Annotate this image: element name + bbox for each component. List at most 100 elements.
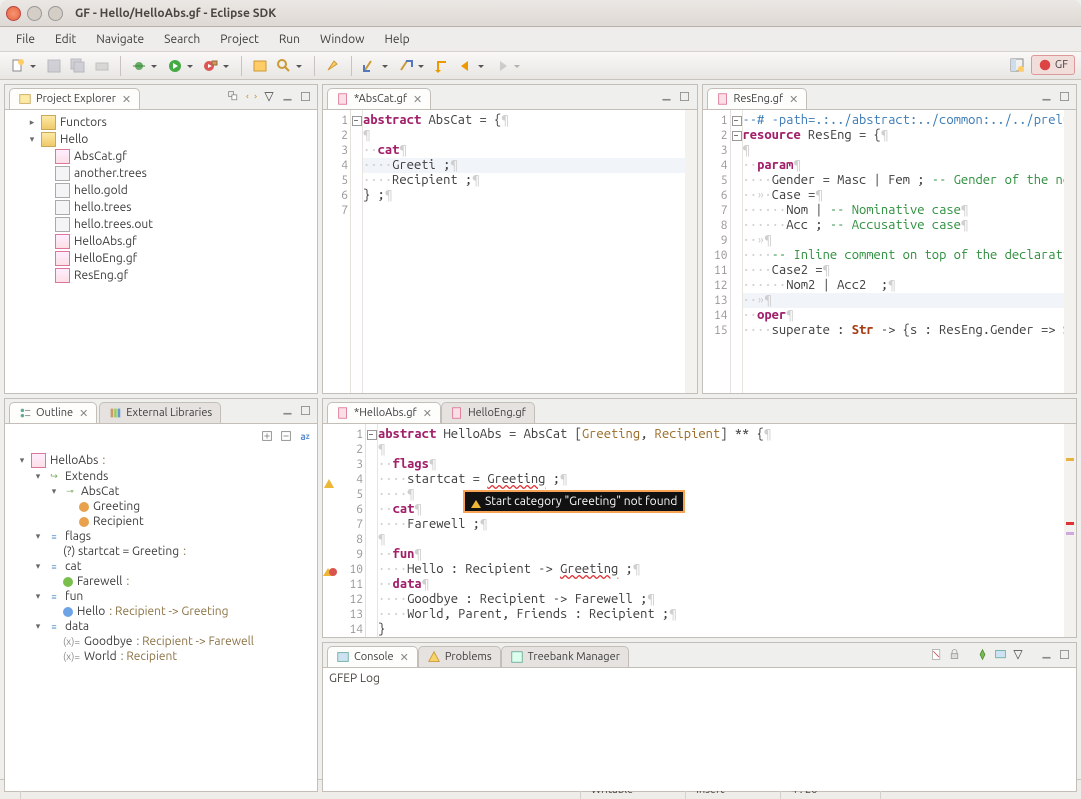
tree-row[interactable]: ▸Functors: [7, 114, 315, 131]
maximize-view-icon[interactable]: [297, 88, 313, 104]
outline-row[interactable]: Farewell :: [7, 574, 315, 589]
debug-button[interactable]: [129, 56, 149, 76]
outline-row[interactable]: ▾≡ fun: [7, 589, 315, 604]
external-libraries-tab[interactable]: External Libraries: [99, 402, 221, 423]
folder-icon: [41, 115, 56, 130]
forward-button[interactable]: [492, 56, 512, 76]
close-icon[interactable]: ✕: [120, 93, 131, 106]
window-maximize-button[interactable]: [48, 6, 63, 21]
outline-row[interactable]: ▾⊸ AbsCat: [7, 484, 315, 499]
console-tab[interactable]: Console ✕: [327, 646, 418, 667]
outline-tab[interactable]: Outline ✕: [9, 402, 97, 423]
outline-row[interactable]: (x)= Goodbye : Recipient -> Farewell: [7, 634, 315, 649]
project-explorer-tree[interactable]: ▸Functors▾HelloAbsCat.gfanother.treeshel…: [5, 110, 317, 288]
open-perspective-button[interactable]: [1007, 55, 1027, 75]
tree-row[interactable]: another.trees: [7, 165, 315, 182]
outline-row[interactable]: ▾ HelloAbs :: [7, 452, 315, 469]
outline-label: (?) startcat = Greeting: [63, 545, 179, 558]
toggle-mark-button[interactable]: [323, 56, 343, 76]
menu-navigate[interactable]: Navigate: [86, 29, 154, 50]
tree-row[interactable]: hello.trees: [7, 199, 315, 216]
pin-console-icon[interactable]: [974, 646, 990, 662]
maximize-view-icon[interactable]: [1056, 646, 1072, 662]
outline-label: data: [65, 620, 89, 633]
save-button[interactable]: [44, 56, 64, 76]
editor-body-abscat[interactable]: 1234567abstract AbsCat = {¶¶··cat¶····Gr…: [323, 110, 697, 393]
save-all-button[interactable]: [68, 56, 88, 76]
outline-type: :: [183, 545, 186, 558]
open-type-button[interactable]: [250, 56, 270, 76]
outline-tree[interactable]: ▾ HelloAbs : ▾↪ Extends▾⊸ AbsCat Greetin…: [5, 448, 317, 668]
view-menu-icon[interactable]: ▽: [261, 88, 277, 104]
minimize-view-icon[interactable]: [279, 402, 295, 418]
outline-row[interactable]: ▾≡ flags: [7, 529, 315, 544]
minimize-view-icon[interactable]: [659, 88, 675, 104]
outline-row[interactable]: ▾↪ Extends: [7, 469, 315, 484]
treebank-tab[interactable]: Treebank Manager: [501, 646, 629, 667]
nav-annotation-next[interactable]: [396, 56, 416, 76]
run-button[interactable]: [165, 56, 185, 76]
editor-tab-abscat[interactable]: *AbsCat.gf ✕: [327, 88, 431, 109]
menu-search[interactable]: Search: [154, 29, 210, 50]
tree-row[interactable]: hello.gold: [7, 182, 315, 199]
maximize-view-icon[interactable]: [1056, 88, 1072, 104]
expand-all-icon[interactable]: [259, 428, 275, 444]
external-tools-button[interactable]: [201, 56, 221, 76]
menu-edit[interactable]: Edit: [45, 29, 86, 50]
editor-tab-helloabs[interactable]: *HelloAbs.gf ✕: [327, 402, 441, 423]
close-icon[interactable]: ✕: [411, 93, 422, 106]
minimize-view-icon[interactable]: [1038, 88, 1054, 104]
tree-row[interactable]: AbsCat.gf: [7, 148, 315, 165]
navigator-icon: [18, 92, 32, 106]
display-console-icon[interactable]: [992, 646, 1008, 662]
menu-file[interactable]: File: [6, 29, 45, 50]
scroll-lock-icon[interactable]: [946, 646, 962, 662]
minimize-view-icon[interactable]: [1038, 646, 1054, 662]
last-edit-button[interactable]: [432, 56, 452, 76]
outline-row[interactable]: Recipient: [7, 514, 315, 529]
maximize-view-icon[interactable]: [297, 402, 313, 418]
open-console-icon[interactable]: ▽: [1010, 646, 1026, 662]
tree-row[interactable]: ▾Hello: [7, 131, 315, 148]
search-button[interactable]: [274, 56, 294, 76]
new-button[interactable]: [8, 56, 28, 76]
window-close-button[interactable]: [6, 6, 21, 21]
menu-window[interactable]: Window: [310, 29, 374, 50]
collapse-all-icon[interactable]: [225, 88, 241, 104]
project-explorer-tab[interactable]: Project Explorer ✕: [9, 88, 140, 109]
menu-run[interactable]: Run: [269, 29, 310, 50]
close-icon[interactable]: ✕: [787, 93, 798, 106]
editor-tab-helloeng[interactable]: HelloEng.gf: [441, 402, 535, 423]
clear-console-icon[interactable]: [928, 646, 944, 662]
menu-project[interactable]: Project: [210, 29, 269, 50]
back-button[interactable]: [456, 56, 476, 76]
txt-icon: [55, 217, 70, 232]
print-button[interactable]: [92, 56, 112, 76]
outline-row[interactable]: (?) startcat = Greeting :: [7, 544, 315, 559]
nav-annotation-prev[interactable]: [360, 56, 380, 76]
window-minimize-button[interactable]: [27, 6, 42, 21]
outline-row[interactable]: ▾≡ data: [7, 619, 315, 634]
outline-row[interactable]: ▾≡ cat: [7, 559, 315, 574]
maximize-view-icon[interactable]: [677, 88, 693, 104]
editor-body-reseng[interactable]: 123456789101112131415--# -path=.:../abst…: [703, 110, 1077, 393]
collapse-all-icon[interactable]: [278, 428, 294, 444]
tree-row[interactable]: HelloEng.gf: [7, 250, 315, 267]
minimize-view-icon[interactable]: [279, 88, 295, 104]
perspective-gf[interactable]: GF: [1031, 55, 1075, 75]
editor-body-helloabs[interactable]: 1234567891011121314abstract HelloAbs = A…: [323, 424, 1076, 637]
close-icon[interactable]: ✕: [421, 407, 432, 420]
outline-row[interactable]: Hello : Recipient -> Greeting: [7, 604, 315, 619]
outline-row[interactable]: Greeting: [7, 499, 315, 514]
tree-row[interactable]: HelloAbs.gf: [7, 233, 315, 250]
sort-icon[interactable]: az: [297, 428, 313, 444]
link-editor-icon[interactable]: [243, 88, 259, 104]
tree-row[interactable]: ResEng.gf: [7, 267, 315, 284]
close-icon[interactable]: ✕: [77, 407, 88, 420]
close-icon[interactable]: ✕: [398, 651, 409, 664]
tree-row[interactable]: hello.trees.out: [7, 216, 315, 233]
problems-tab[interactable]: Problems: [418, 646, 501, 667]
menu-help[interactable]: Help: [374, 29, 419, 50]
editor-tab-reseng[interactable]: ResEng.gf ✕: [707, 88, 808, 109]
outline-row[interactable]: (x)= World : Recipient: [7, 649, 315, 664]
